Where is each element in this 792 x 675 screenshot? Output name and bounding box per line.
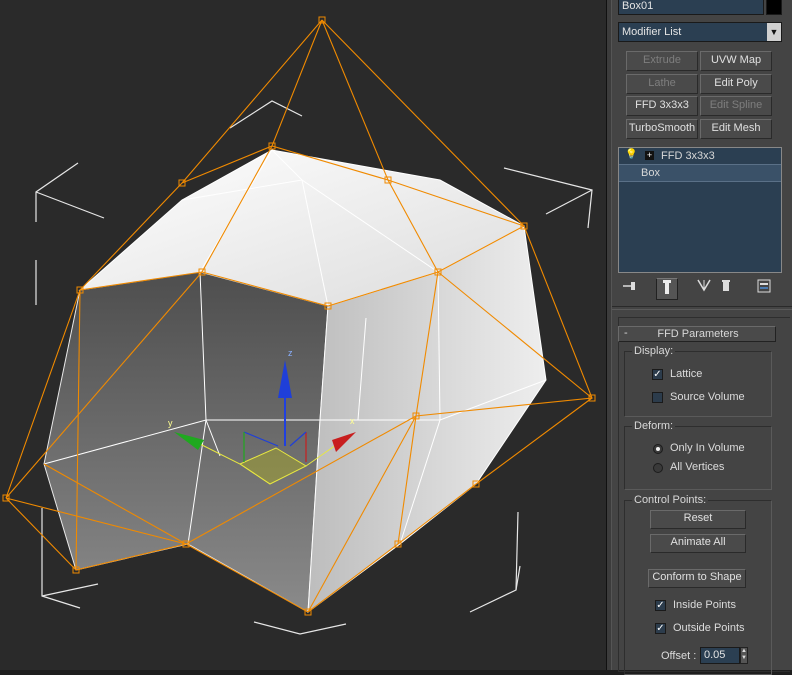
inside-points-checkbox[interactable]: ✓ <box>655 600 666 611</box>
offset-spinner[interactable]: ▲ ▼ <box>740 647 748 664</box>
modifier-button-extrude[interactable]: Extrude <box>626 51 698 71</box>
pin-stack-icon[interactable] <box>620 278 640 298</box>
stack-item-ffd[interactable]: 💡 + FFD 3x3x3 <box>619 148 781 165</box>
light-bulb-icon[interactable]: 💡 <box>625 149 637 160</box>
modifier-button-ffd-3x3x3[interactable]: FFD 3x3x3 <box>626 96 698 116</box>
modifier-button-uvw-map[interactable]: UVW Map <box>700 51 772 71</box>
panel-separator <box>612 306 792 310</box>
dropdown-arrow-icon: ▼ <box>767 23 781 41</box>
modifier-button-edit-spline[interactable]: Edit Spline <box>700 96 772 116</box>
object-name-field[interactable]: Box01 <box>618 0 764 15</box>
modifier-button-edit-mesh[interactable]: Edit Mesh <box>700 119 772 139</box>
all-vertices-label: All Vertices <box>670 461 725 473</box>
stack-toolbar <box>612 278 792 302</box>
deform-group-label: Deform: <box>632 420 676 432</box>
gizmo-y-label: y <box>168 418 173 428</box>
perspective-viewport[interactable]: z y x <box>0 0 606 670</box>
gizmo-x-label: x <box>350 416 355 426</box>
control-points-group-label: Control Points: <box>632 494 709 506</box>
outside-points-label: Outside Points <box>673 622 745 634</box>
modifier-list-dropdown[interactable]: Modifier List ▼ <box>618 22 782 42</box>
remove-modifier-icon[interactable] <box>716 278 736 298</box>
reset-button[interactable]: Reset <box>650 510 746 529</box>
source-volume-checkbox[interactable] <box>652 392 663 403</box>
deform-group <box>624 426 772 490</box>
only-in-volume-radio[interactable] <box>653 444 663 454</box>
stack-item-box[interactable]: Box <box>619 165 781 182</box>
modifier-stack: 💡 + FFD 3x3x3 Box <box>618 147 782 273</box>
display-group <box>624 351 772 417</box>
rollout-header[interactable]: - FFD Parameters <box>618 326 776 342</box>
stack-item-box-label: Box <box>641 167 660 179</box>
configure-modifier-sets-icon[interactable] <box>754 278 774 298</box>
outside-points-checkbox[interactable]: ✓ <box>655 623 666 634</box>
modifier-button-lathe[interactable]: Lathe <box>626 74 698 94</box>
conform-to-shape-button[interactable]: Conform to Shape <box>648 569 746 588</box>
stack-item-ffd-label: FFD 3x3x3 <box>661 150 715 162</box>
display-group-label: Display: <box>632 345 676 357</box>
rollout-title: FFD Parameters <box>657 328 739 340</box>
viewport-scene: z y x <box>2 16 596 635</box>
deformed-box-mesh <box>43 149 547 614</box>
lattice-label: Lattice <box>670 368 703 380</box>
modifier-list-label: Modifier List <box>622 26 682 38</box>
make-unique-icon[interactable] <box>694 278 714 298</box>
command-panel: Box01 Modifier List ▼ Extrude UVW Map La… <box>612 0 792 675</box>
object-color-swatch[interactable] <box>766 0 782 15</box>
gizmo-z-label: z <box>288 348 293 358</box>
show-end-result-icon[interactable] <box>656 278 678 300</box>
expand-plus-icon[interactable]: + <box>645 151 654 160</box>
modifier-button-edit-poly[interactable]: Edit Poly <box>700 74 772 94</box>
offset-input[interactable]: 0.05 <box>700 647 740 664</box>
modifier-button-turbosmooth[interactable]: TurboSmooth <box>626 119 698 139</box>
all-vertices-radio[interactable] <box>653 463 663 473</box>
only-in-volume-label: Only In Volume <box>670 442 745 454</box>
animate-all-button[interactable]: Animate All <box>650 534 746 553</box>
source-volume-label: Source Volume <box>670 391 745 403</box>
lattice-checkbox[interactable]: ✓ <box>652 369 663 380</box>
offset-label: Offset : <box>661 650 697 662</box>
inside-points-label: Inside Points <box>673 599 736 611</box>
